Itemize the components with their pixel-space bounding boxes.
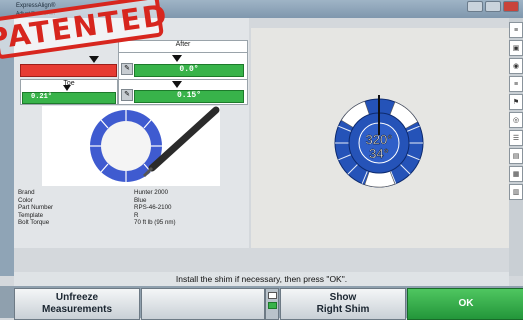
camber-after-arrow-icon — [172, 55, 182, 62]
detail-value: 70 ft lb (95 nm) — [134, 219, 176, 227]
detail-row: Template R — [18, 212, 228, 220]
vehicle-strip: ≡ ▣ ◉ ≡ ⚑ ◎ ☰ ▤ ▦ ▥ — [509, 18, 523, 276]
checkered-flag-icon[interactable]: ▦ — [509, 166, 523, 182]
car-icon[interactable]: ▣ — [509, 40, 523, 56]
rear-icon[interactable]: ≡ — [509, 76, 523, 92]
shim-dial: 320°34° — [334, 95, 424, 188]
detail-value: R — [134, 211, 139, 219]
toe-before-bar: 0.21° — [22, 92, 116, 104]
show-label-1: Show — [329, 292, 357, 303]
show-label-2: Right Shim — [316, 304, 370, 315]
shim-tool-illustration — [90, 106, 220, 182]
show-right-shim-button[interactable]: Show Right Shim — [280, 288, 406, 320]
detail-row: Brand Hunter 2000 — [18, 189, 228, 197]
blank-button[interactable] — [141, 288, 265, 320]
ok-button[interactable]: OK — [407, 288, 523, 320]
unfreeze-measurements-button[interactable]: Unfreeze Measurements — [14, 288, 140, 320]
close-button[interactable] — [503, 1, 519, 12]
instruction-text: Install the shim if necessary, then pres… — [14, 272, 509, 286]
shim-photo — [42, 106, 220, 186]
detail-value: Blue — [134, 196, 147, 204]
shim-dial-panel: 320° 34° — [251, 28, 509, 248]
list-icon[interactable]: ☰ — [509, 130, 523, 146]
detail-label: Color — [18, 196, 33, 204]
dial-angle-label: 320° — [366, 132, 393, 147]
toe-after-value: 0.15° — [176, 91, 201, 100]
toe-before-value: 0.21° — [31, 93, 53, 101]
ok-label: OK — [458, 298, 474, 309]
camber-after-bar: 0.0° — [134, 64, 244, 77]
shim-details: Brand Hunter 2000 Color Blue Part Number RPS-… — [18, 189, 228, 227]
detail-label: Template — [18, 211, 44, 219]
flag-icon[interactable]: ⚑ — [509, 94, 523, 110]
maximize-button[interactable] — [485, 1, 501, 12]
detail-label: Bolt Torque — [18, 219, 50, 227]
detail-row: Bolt Torque 70 ft lb (95 nm) — [18, 219, 228, 227]
tire-icon[interactable]: ◉ — [509, 58, 523, 74]
caster-icon[interactable]: ▤ — [509, 148, 523, 164]
front-icon[interactable]: ≡ — [509, 22, 523, 38]
toe-before-arrow-icon — [63, 85, 71, 91]
detail-label: Part Number — [18, 204, 54, 212]
page-indicator — [265, 288, 279, 320]
detail-value: Hunter 2000 — [134, 189, 169, 196]
camber-before-bar — [20, 64, 117, 77]
window-title: ExpressAlign® — [16, 3, 56, 9]
detail-row: Color Blue — [18, 197, 228, 205]
detail-label: Brand — [18, 189, 35, 196]
unfreeze-label-2: Measurements — [41, 304, 113, 315]
toe-after-bar: 0.15° — [134, 90, 244, 103]
toe-after-arrow-icon — [172, 81, 182, 88]
wrench-icon-toe[interactable]: ✎ — [121, 89, 133, 101]
after-label: After — [175, 41, 191, 48]
minimize-button[interactable] — [467, 1, 483, 12]
dial-angle2-label: 34° — [369, 146, 389, 161]
window-controls — [467, 1, 519, 12]
wrench-icon[interactable]: ✎ — [121, 63, 133, 75]
detail-value: RPS-46-2100 — [134, 204, 172, 212]
detail-row: Part Number RPS-46-2100 — [18, 204, 228, 212]
unfreeze-label-1: Unfreeze — [55, 292, 99, 303]
wheel-icon[interactable]: ◎ — [509, 112, 523, 128]
report-icon[interactable]: ▥ — [509, 184, 523, 200]
camber-after-value: 0.0° — [179, 65, 199, 74]
camber-before-arrow-icon — [89, 56, 99, 63]
